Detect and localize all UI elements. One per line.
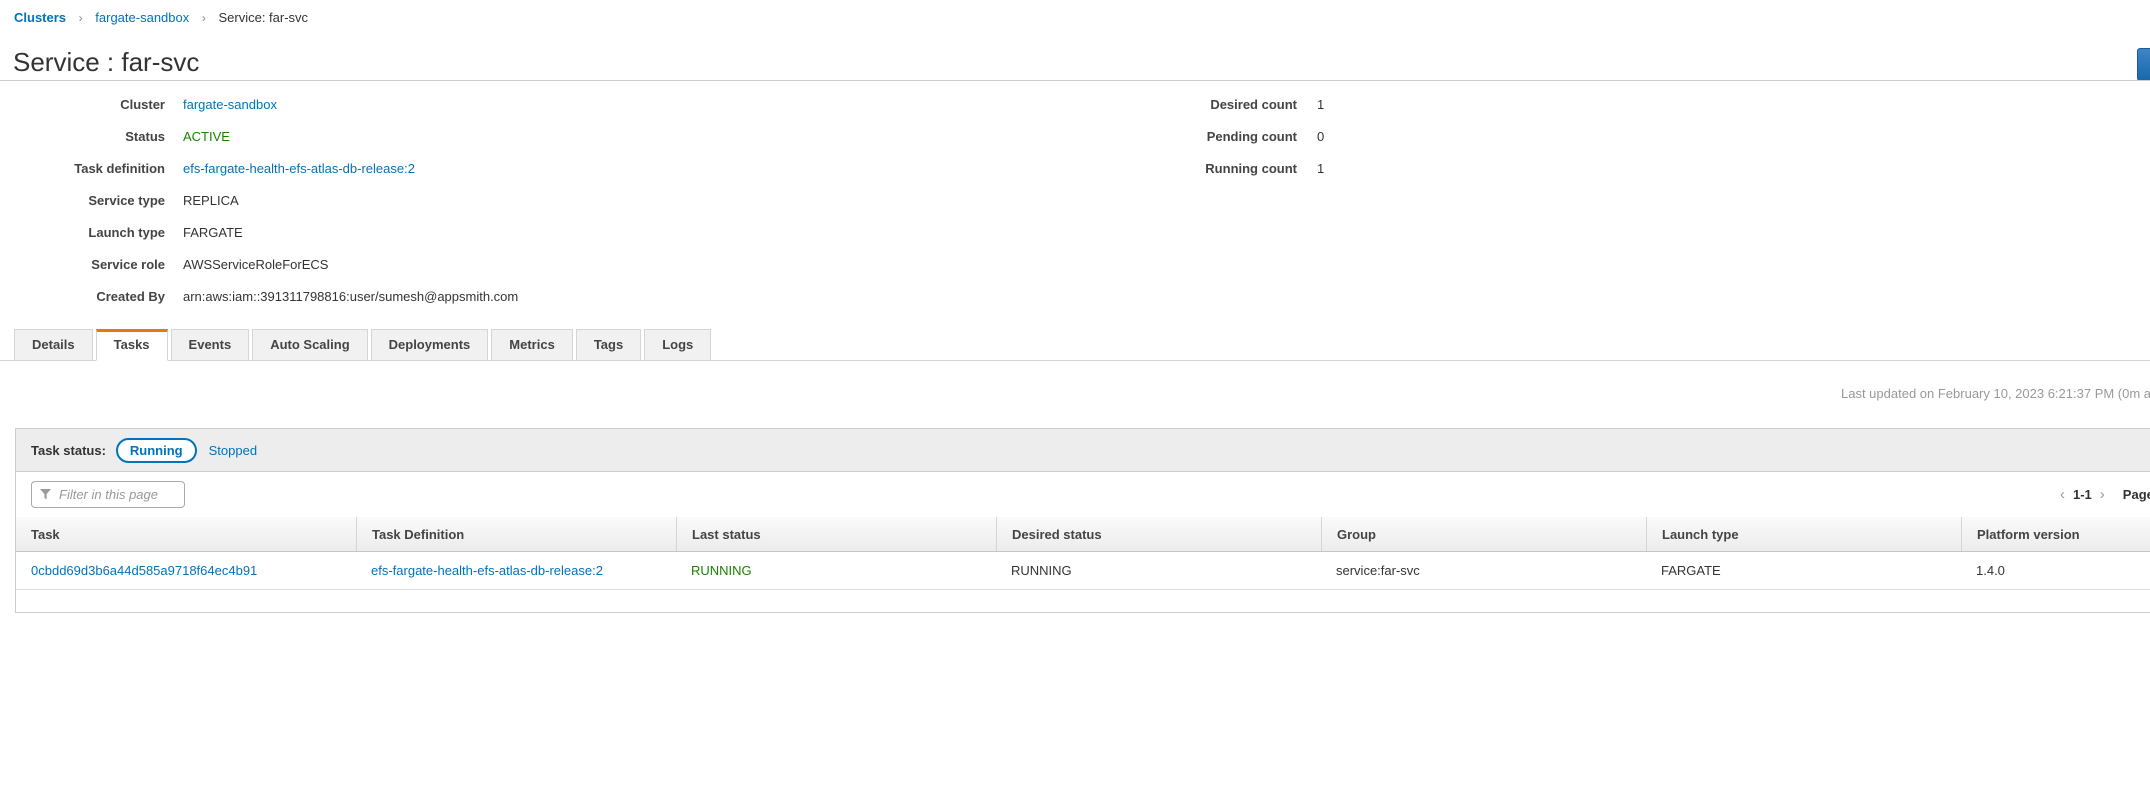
service-type-label: Service type [0,193,165,208]
service-type-value: REPLICA [183,193,239,208]
tab-logs[interactable]: Logs [644,329,711,361]
service-role-value: AWSServiceRoleForECS [183,257,328,272]
detail-row-created-by: Created By arn:aws:iam::391311798816:use… [0,280,518,312]
row-group: service:far-svc [1321,552,1646,589]
column-header-launch-type[interactable]: Launch type [1646,517,1961,551]
title-divider [0,80,2150,81]
row-launch-type: FARGATE [1646,552,1961,589]
task-id-link[interactable]: 0cbdd69d3b6a44d585a9718f64ec4b91 [31,563,257,578]
row-desired-status: RUNNING [996,552,1321,589]
pending-count-label: Pending count [1150,129,1297,144]
update-button[interactable] [2137,48,2150,81]
breadcrumb-cluster-link[interactable]: fargate-sandbox [95,10,189,25]
detail-row-service-type: Service type REPLICA [0,184,518,216]
detail-row-pending-count: Pending count 0 [1150,120,1324,152]
breadcrumb-separator-icon: › [202,11,206,25]
last-updated-text: Last updated on February 10, 2023 6:21:3… [1841,386,2150,401]
running-count-value: 1 [1317,161,1324,176]
desired-count-label: Desired count [1150,97,1297,112]
service-counts: Desired count 1 Pending count 0 Running … [1150,88,1324,184]
detail-row-launch-type: Launch type FARGATE [0,216,518,248]
breadcrumb: Clusters › fargate-sandbox › Service: fa… [14,10,308,25]
filter-box [31,481,185,508]
filter-input[interactable] [31,481,185,508]
task-status-stopped-filter[interactable]: Stopped [209,443,257,458]
breadcrumb-separator-icon: › [79,11,83,25]
page-title: Service : far-svc [13,47,199,78]
pagination-next-icon[interactable]: › [2096,486,2109,503]
column-header-desired-status[interactable]: Desired status [996,517,1321,551]
column-header-platform-version[interactable]: Platform version [1961,517,2150,551]
desired-count-value: 1 [1317,97,1324,112]
column-header-last-status[interactable]: Last status [676,517,996,551]
task-status-running-filter[interactable]: Running [116,438,197,463]
created-by-value: arn:aws:iam::391311798816:user/sumesh@ap… [183,289,518,304]
detail-row-cluster: Cluster fargate-sandbox [0,88,518,120]
row-last-status: RUNNING [676,552,996,589]
pagination: ‹ 1-1 › Page [2056,472,2150,517]
service-details: Cluster fargate-sandbox Status ACTIVE Ta… [0,88,518,312]
task-definition-label: Task definition [0,161,165,176]
status-value: ACTIVE [183,129,230,144]
pagination-page-label: Page [2123,487,2150,502]
tasks-table: Task Task Definition Last status Desired… [16,517,2150,590]
cluster-label: Cluster [0,97,165,112]
task-status-bar: Task status: Running Stopped [16,429,2150,472]
column-header-group[interactable]: Group [1321,517,1646,551]
tab-bar: Details Tasks Events Auto Scaling Deploy… [0,329,2150,361]
tasks-table-header: Task Task Definition Last status Desired… [16,517,2150,552]
cluster-link[interactable]: fargate-sandbox [183,97,277,112]
pagination-prev-icon[interactable]: ‹ [2056,486,2069,503]
service-role-label: Service role [0,257,165,272]
filter-row: ‹ 1-1 › Page [16,472,2150,517]
detail-row-status: Status ACTIVE [0,120,518,152]
panel-footer [16,590,2150,612]
created-by-label: Created By [0,289,165,304]
table-row: 0cbdd69d3b6a44d585a9718f64ec4b91 efs-far… [16,552,2150,590]
tab-tasks[interactable]: Tasks [96,329,168,361]
ecs-service-page: Clusters › fargate-sandbox › Service: fa… [0,0,2150,798]
tab-auto-scaling[interactable]: Auto Scaling [252,329,367,361]
tasks-panel: Task status: Running Stopped ‹ 1-1 › Pag… [15,428,2150,613]
pagination-range: 1-1 [2073,487,2092,502]
tab-details[interactable]: Details [14,329,93,361]
detail-row-task-definition: Task definition efs-fargate-health-efs-a… [0,152,518,184]
row-platform-version: 1.4.0 [1961,552,2150,589]
detail-row-running-count: Running count 1 [1150,152,1324,184]
row-task-definition-link[interactable]: efs-fargate-health-efs-atlas-db-release:… [371,563,603,578]
launch-type-value: FARGATE [183,225,243,240]
column-header-task-definition[interactable]: Task Definition [356,517,676,551]
tab-events[interactable]: Events [171,329,250,361]
task-status-label: Task status: [31,443,106,458]
status-label: Status [0,129,165,144]
column-header-task[interactable]: Task [16,517,356,551]
pending-count-value: 0 [1317,129,1324,144]
running-count-label: Running count [1150,161,1297,176]
task-definition-link[interactable]: efs-fargate-health-efs-atlas-db-release:… [183,161,415,176]
detail-row-service-role: Service role AWSServiceRoleForECS [0,248,518,280]
breadcrumb-current: Service: far-svc [218,10,308,25]
tab-tags[interactable]: Tags [576,329,641,361]
launch-type-label: Launch type [0,225,165,240]
breadcrumb-clusters-link[interactable]: Clusters [14,10,66,25]
tab-metrics[interactable]: Metrics [491,329,573,361]
detail-row-desired-count: Desired count 1 [1150,88,1324,120]
tab-deployments[interactable]: Deployments [371,329,489,361]
